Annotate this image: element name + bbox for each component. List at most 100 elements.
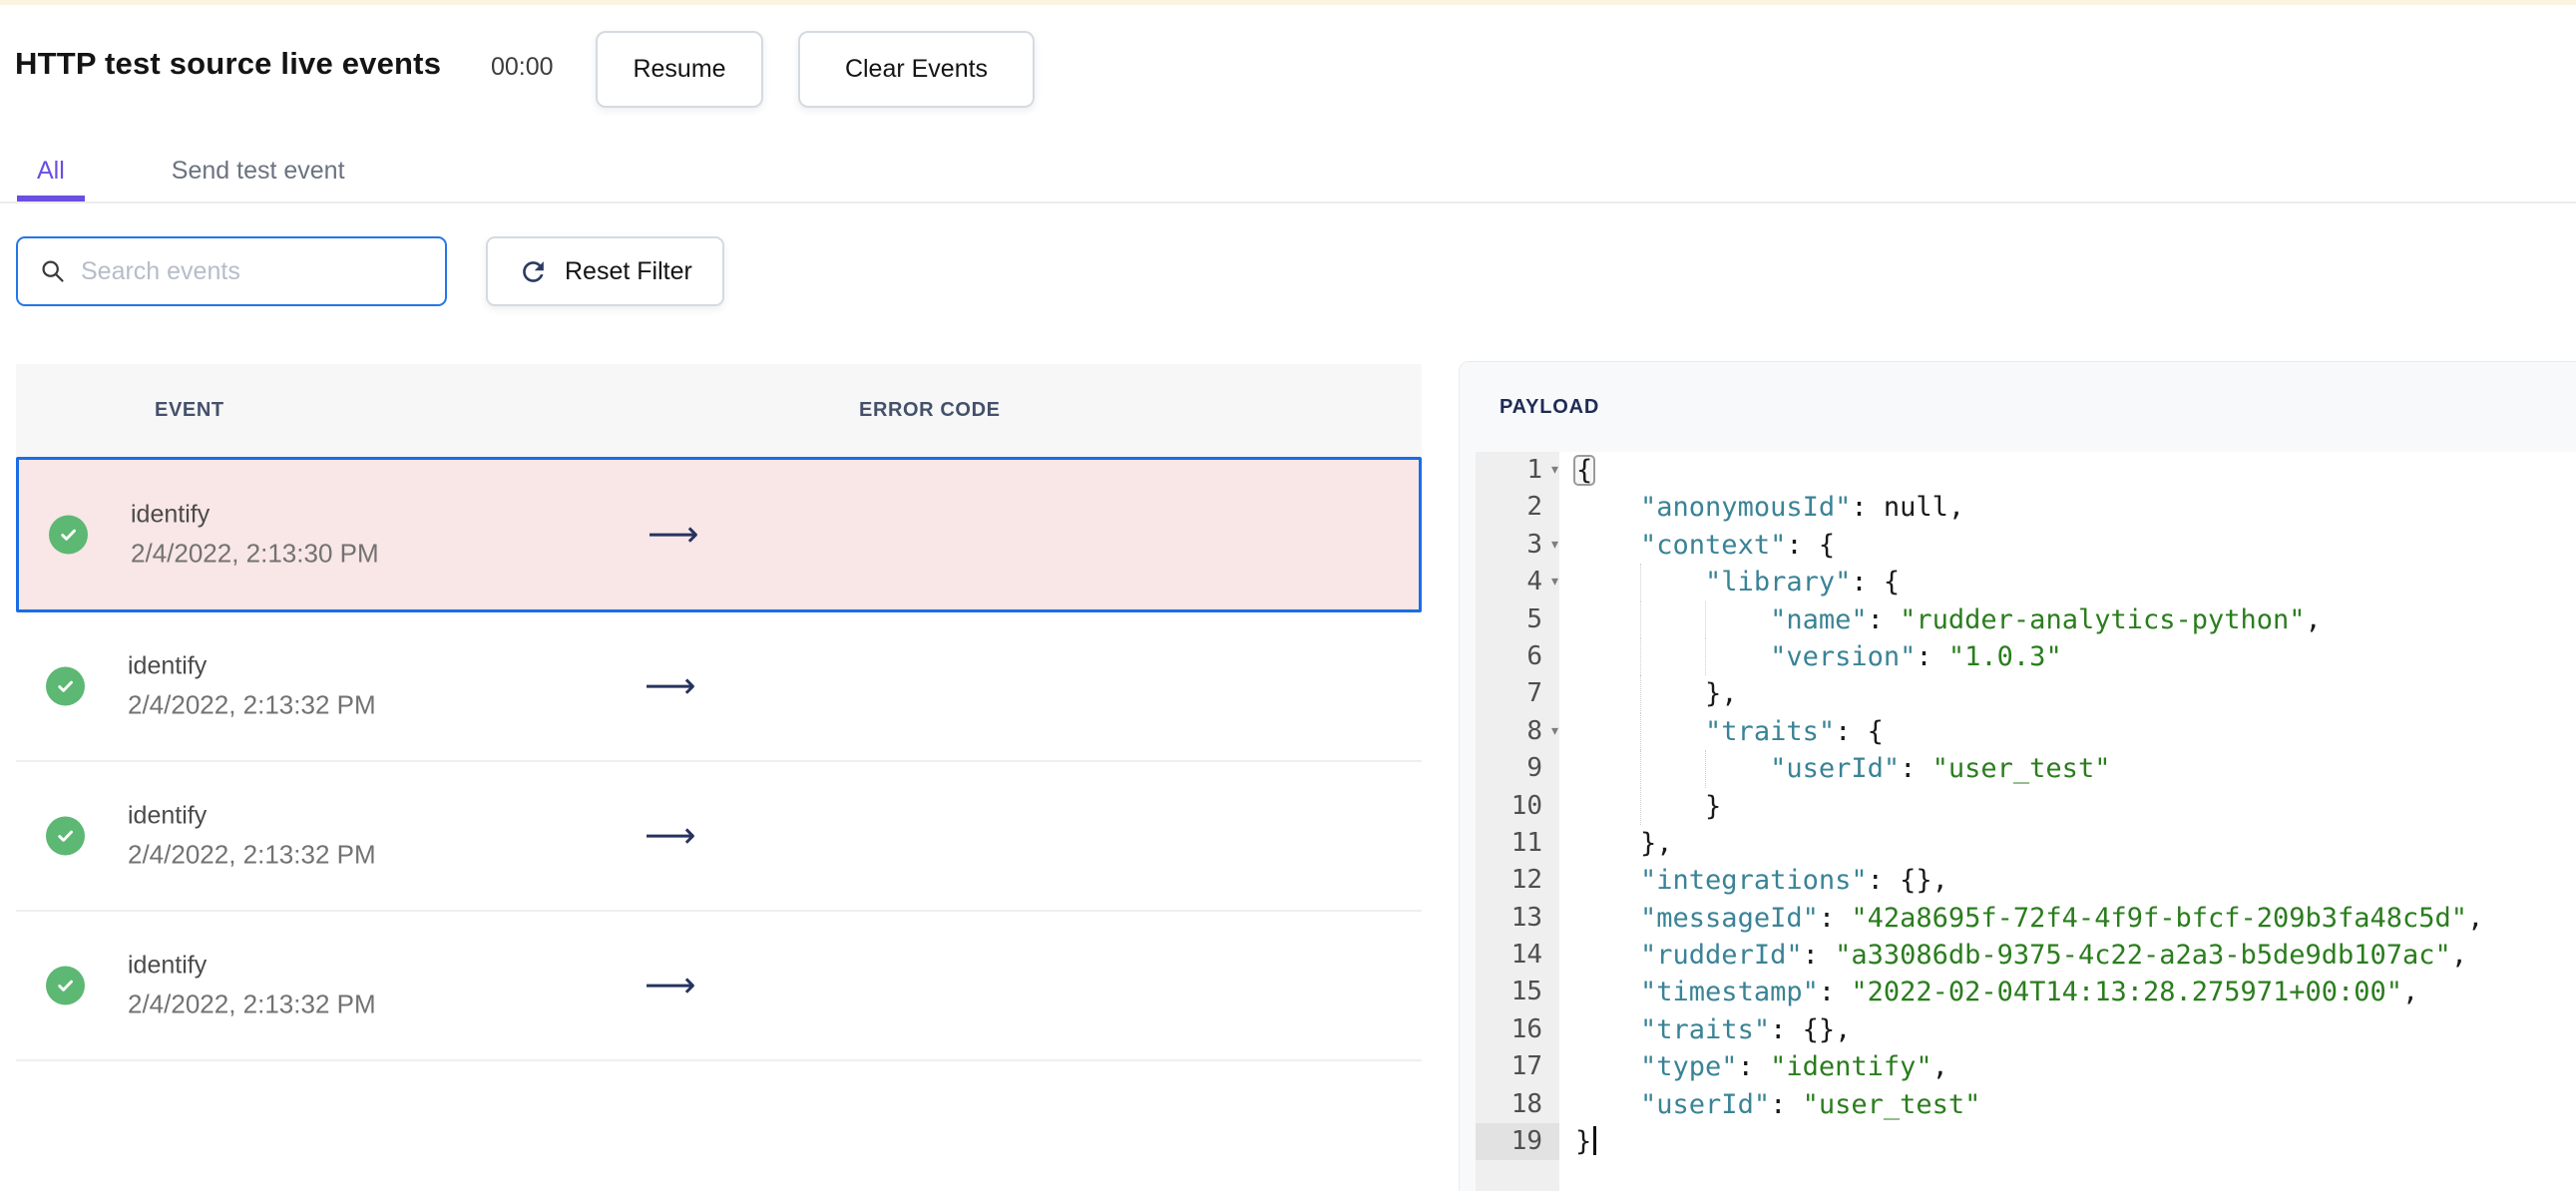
line-number-value: 2	[1526, 492, 1542, 523]
top-accent-strip	[0, 0, 2576, 5]
success-check-icon	[46, 816, 85, 856]
page-title: HTTP test source live events	[15, 46, 442, 81]
fold-arrow-icon[interactable]: ▾	[1551, 713, 1558, 750]
json-editor[interactable]: 1 ▾{2 "anonymousId": null, 3 ▾ "context": {…	[1476, 452, 2576, 1191]
line-number-value: 12	[1510, 865, 1542, 896]
token: "user_test"	[1932, 753, 2111, 785]
line-number: 14	[1476, 937, 1559, 974]
token: "anonymousId"	[1640, 492, 1852, 524]
event-row[interactable]: identify 2/4/2022, 2:13:32 PM ⟶	[16, 612, 1422, 762]
token: ,	[2450, 940, 2468, 972]
event-text: identify 2/4/2022, 2:13:32 PM	[128, 802, 376, 871]
token: null,	[1883, 492, 1965, 524]
fold-arrow-icon[interactable]: ▾	[1551, 564, 1558, 600]
token: "messageId"	[1640, 902, 1819, 934]
token: :	[1818, 902, 1852, 934]
token: "a33086db-9375-4c22-a2a3-b5de9db107ac"	[1835, 940, 2451, 972]
event-timestamp: 2/4/2022, 2:13:32 PM	[128, 989, 376, 1019]
line-number-value: 16	[1510, 1013, 1542, 1044]
event-row[interactable]: identify 2/4/2022, 2:13:30 PM ⟶	[16, 457, 1422, 612]
indent-guide	[1640, 712, 1642, 751]
code-line: 9 "userId": "user_test"	[1476, 750, 2576, 788]
token: }	[1575, 790, 1722, 822]
event-arrow-icon[interactable]: ⟶	[644, 966, 696, 1006]
line-number: 9	[1476, 750, 1559, 787]
tab-all[interactable]: All	[17, 157, 85, 201]
token: ,	[2305, 603, 2322, 635]
indent-guide	[1640, 750, 1642, 788]
code-content: }	[1559, 787, 2576, 825]
code-line: 11 },	[1476, 825, 2576, 862]
clear-events-button[interactable]: Clear Events	[798, 31, 1035, 108]
fold-arrow-icon[interactable]: ▾	[1551, 527, 1558, 564]
line-number-value: 19	[1510, 1126, 1542, 1157]
event-row[interactable]: identify 2/4/2022, 2:13:32 PM ⟶	[16, 912, 1422, 1061]
token: "1.0.3"	[1947, 640, 2062, 672]
token: :	[1867, 603, 1901, 635]
token: : {},	[1770, 1013, 1852, 1045]
code-line: 14 "rudderId": "a33086db-9375-4c22-a2a3-…	[1476, 937, 2576, 974]
code-line: 4 ▾ "library": {	[1476, 564, 2576, 601]
tab-send-test-event[interactable]: Send test event	[152, 157, 365, 201]
code-line: 2 "anonymousId": null,	[1476, 489, 2576, 526]
tabs: All Send test event	[0, 152, 2576, 203]
token: :	[1737, 1051, 1771, 1083]
payload-title: PAYLOAD	[1500, 396, 1600, 418]
code-line: 13 "messageId": "42a8695f-72f4-4f9f-bfcf…	[1476, 900, 2576, 937]
token: ,	[1932, 1051, 1948, 1083]
line-number: 10	[1476, 788, 1559, 825]
event-arrow-icon[interactable]: ⟶	[647, 515, 699, 556]
indent-guide	[1640, 675, 1642, 713]
event-text: identify 2/4/2022, 2:13:32 PM	[128, 952, 376, 1020]
code-line: 7 },	[1476, 675, 2576, 713]
line-number-value: 1	[1526, 455, 1542, 485]
code-content: "anonymousId": null,	[1559, 489, 2576, 526]
token: }	[1575, 1126, 1592, 1158]
token: "traits"	[1705, 715, 1836, 747]
code-content: {	[1559, 452, 2576, 489]
line-number-value: 10	[1510, 790, 1542, 821]
code-line: 1 ▾{	[1476, 452, 2576, 489]
column-header-event: EVENT	[155, 399, 224, 421]
success-check-icon	[46, 666, 85, 706]
token: "2022-02-04T14:13:28.275971+00:00"	[1851, 977, 2403, 1008]
token: :	[1802, 940, 1836, 972]
line-number-value: 3	[1526, 529, 1542, 560]
code-line: 17 "type": "identify",	[1476, 1048, 2576, 1085]
event-row[interactable]: identify 2/4/2022, 2:13:32 PM ⟶	[16, 762, 1422, 912]
line-number: 4 ▾	[1476, 564, 1559, 600]
search-icon	[42, 259, 64, 282]
event-name: identify	[131, 500, 211, 529]
search-input[interactable]	[67, 240, 445, 302]
token: : {	[1835, 715, 1884, 747]
resume-button[interactable]: Resume	[596, 31, 763, 108]
token: "identify"	[1770, 1051, 1932, 1083]
event-text: identify 2/4/2022, 2:13:30 PM	[131, 501, 379, 570]
event-arrow-icon[interactable]: ⟶	[644, 816, 696, 857]
line-number-value: 6	[1526, 640, 1542, 671]
fold-arrow-icon[interactable]: ▾	[1551, 452, 1558, 489]
line-number-value: 11	[1510, 827, 1542, 858]
indent-guide	[1640, 564, 1642, 601]
indent-guide	[1705, 637, 1707, 676]
code-content: }	[1559, 1123, 2576, 1160]
line-number-value: 5	[1526, 603, 1542, 634]
code-line: 16 "traits": {},	[1476, 1011, 2576, 1048]
search-box[interactable]	[16, 236, 447, 306]
token: "traits"	[1640, 1013, 1771, 1045]
token: ,	[2467, 902, 2484, 934]
event-arrow-icon[interactable]: ⟶	[644, 666, 696, 707]
token: ,	[2402, 977, 2419, 1008]
line-number: 18	[1476, 1086, 1559, 1123]
line-number-value: 7	[1526, 678, 1542, 709]
reset-filter-button[interactable]: Reset Filter	[486, 236, 724, 306]
line-number: 8 ▾	[1476, 713, 1559, 750]
line-number: 5	[1476, 601, 1559, 638]
line-number: 3 ▾	[1476, 527, 1559, 564]
token: },	[1575, 678, 1738, 710]
